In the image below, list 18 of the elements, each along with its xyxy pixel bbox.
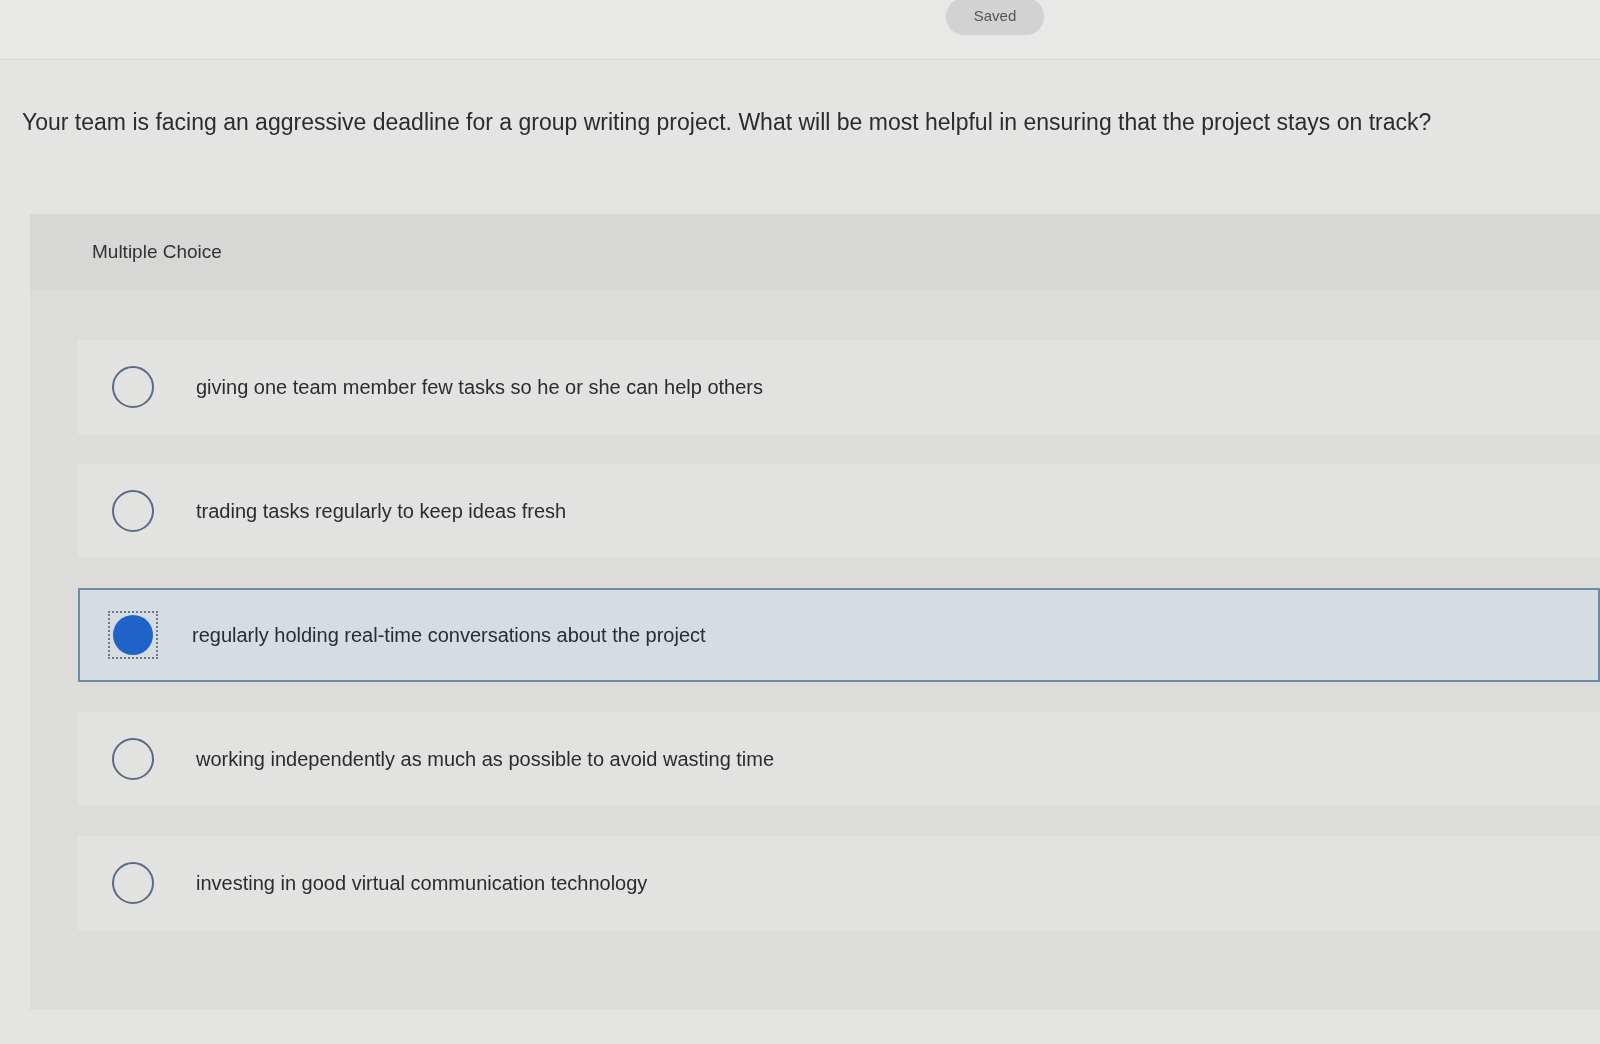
saved-status: Saved bbox=[945, 0, 1045, 35]
radio-button[interactable] bbox=[110, 860, 156, 906]
option-label: regularly holding real-time conversations about the project bbox=[192, 623, 706, 648]
option-row[interactable]: giving one team member few tasks so he or she can help others bbox=[78, 340, 1600, 434]
option-row[interactable]: working independently as much as possible to avoid wasting time bbox=[78, 712, 1600, 806]
panel-title: Multiple Choice bbox=[92, 239, 222, 264]
option-row[interactable]: trading tasks regularly to keep ideas fresh bbox=[78, 464, 1600, 558]
radio-button[interactable] bbox=[110, 736, 156, 782]
option-label: trading tasks regularly to keep ideas fresh bbox=[196, 499, 567, 524]
radio-button[interactable] bbox=[110, 488, 156, 534]
question-text: Your team is facing an aggressive deadline for a group writing project. What will be most helpful in ensuring that the project stays on track? bbox=[22, 108, 1433, 137]
radio-button[interactable] bbox=[108, 611, 158, 659]
option-row[interactable]: investing in good virtual communication technology bbox=[78, 836, 1600, 930]
option-label: investing in good virtual communication technology bbox=[196, 871, 648, 896]
selected-option-row[interactable]: regularly holding real-time conversations about the project bbox=[78, 588, 1600, 682]
radio-button[interactable] bbox=[110, 364, 156, 410]
option-label: working independently as much as possible to avoid wasting time bbox=[196, 747, 775, 772]
option-label: giving one team member few tasks so he or she can help others bbox=[196, 375, 763, 400]
